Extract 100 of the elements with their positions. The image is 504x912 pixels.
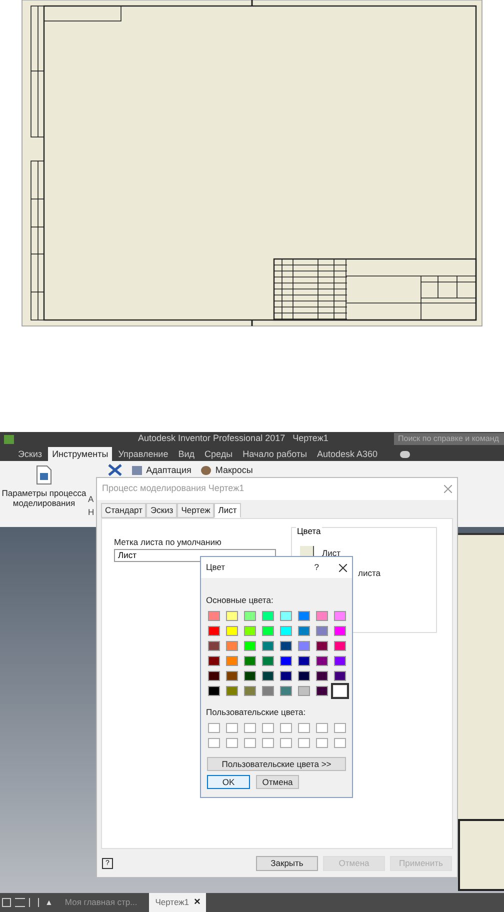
color-swatch[interactable] [280, 640, 292, 651]
color-swatch[interactable] [316, 610, 328, 621]
color-swatch[interactable] [226, 722, 238, 732]
color-swatch[interactable] [280, 686, 292, 696]
color-swatch[interactable] [280, 670, 292, 681]
tab[interactable]: Эскиз [14, 447, 46, 461]
color-swatch[interactable] [226, 686, 238, 696]
color-swatch[interactable] [262, 670, 274, 681]
color-swatch[interactable] [316, 670, 328, 681]
color-swatch[interactable] [298, 656, 310, 666]
color-swatch[interactable] [244, 610, 256, 621]
color-swatch[interactable] [298, 626, 310, 636]
color-swatch[interactable] [244, 670, 256, 681]
section-label: Пользовательские цвета: [206, 706, 307, 718]
color-swatch[interactable] [208, 722, 220, 732]
color-swatch[interactable] [334, 670, 346, 681]
tab[interactable]: Стандарт [101, 503, 146, 518]
color-swatch[interactable] [244, 722, 256, 732]
ribbon-button[interactable]: Параметры процесса моделирования [0, 461, 88, 508]
color-swatch[interactable] [208, 738, 220, 748]
cancel-button[interactable]: Отмена [256, 774, 299, 788]
color-swatch[interactable] [226, 610, 238, 621]
field-label: Метка листа по умолчанию [114, 536, 222, 549]
color-swatch[interactable] [298, 640, 310, 651]
tab[interactable]: Инструменты [48, 447, 112, 461]
tab[interactable]: Лист [214, 503, 241, 518]
tab[interactable]: Чертеж [177, 503, 214, 518]
color-swatch[interactable] [280, 626, 292, 636]
color-swatch[interactable] [244, 640, 256, 651]
color-swatch[interactable] [262, 626, 274, 636]
ok-button[interactable]: OK [207, 774, 250, 788]
rows-icon[interactable] [15, 898, 25, 907]
color-swatch[interactable] [334, 686, 346, 696]
color-swatch[interactable] [262, 686, 274, 696]
color-swatch[interactable] [208, 640, 220, 651]
color-swatch[interactable] [316, 722, 328, 732]
color-swatch[interactable] [334, 626, 346, 636]
color-swatch[interactable] [262, 610, 274, 621]
color-swatch[interactable] [316, 738, 328, 748]
color-swatch[interactable] [262, 722, 274, 732]
account-icon[interactable] [400, 451, 410, 458]
color-swatch[interactable] [226, 738, 238, 748]
color-swatch[interactable] [244, 686, 256, 696]
dialog-title: Цвет [206, 561, 226, 574]
tab[interactable]: Эскиз [146, 503, 178, 518]
tab[interactable]: Управление [114, 447, 172, 461]
dialog-button[interactable]: Закрыть [256, 856, 318, 870]
columns-icon[interactable] [29, 898, 39, 907]
section-label: Основные цвета: [206, 594, 274, 607]
tab[interactable]: Начало работы [238, 447, 312, 461]
color-swatch[interactable] [280, 722, 292, 732]
color-swatch[interactable] [280, 738, 292, 748]
color-swatch[interactable] [226, 640, 238, 651]
color-swatch[interactable] [244, 738, 256, 748]
document-icon [36, 465, 52, 485]
up-button[interactable]: ▲ [45, 896, 53, 908]
color-swatch[interactable] [334, 738, 346, 748]
window-title: Autodesk Inventor Professional 2017 Чертеж1 [138, 432, 328, 446]
ribbon-label: А [88, 495, 94, 504]
color-swatch[interactable] [334, 610, 346, 621]
close-icon[interactable]: × [194, 894, 200, 911]
color-swatch[interactable] [244, 626, 256, 636]
color-swatch[interactable] [334, 656, 346, 666]
color-swatch[interactable] [316, 686, 328, 696]
color-swatch[interactable] [226, 670, 238, 681]
ribbon-small-button[interactable]: Адаптация [132, 464, 192, 478]
color-swatch[interactable] [226, 656, 238, 666]
color-swatch[interactable] [208, 610, 220, 621]
grid-icon[interactable] [2, 898, 11, 907]
app-icon[interactable] [4, 434, 14, 444]
group-title: Цвета [296, 525, 322, 538]
color-swatch[interactable] [262, 640, 274, 651]
color-swatch[interactable] [334, 640, 346, 651]
color-swatch[interactable] [262, 656, 274, 666]
color-swatch[interactable] [298, 686, 310, 696]
color-swatch[interactable] [208, 670, 220, 681]
color-swatch[interactable] [262, 738, 274, 748]
color-swatch[interactable] [208, 626, 220, 636]
custom-colors-button[interactable]: Пользовательские цвета >> [207, 756, 346, 770]
color-swatch[interactable] [298, 722, 310, 732]
document-tab[interactable]: Чертеж1 × [149, 893, 206, 912]
color-swatch[interactable] [208, 656, 220, 666]
close-icon[interactable] [339, 564, 347, 572]
color-swatch[interactable] [244, 656, 256, 666]
color-swatch[interactable] [226, 626, 238, 636]
help-icon[interactable]: ? [314, 561, 319, 574]
color-swatch[interactable] [298, 738, 310, 748]
color-swatch[interactable] [334, 722, 346, 732]
color-swatch[interactable] [316, 626, 328, 636]
color-swatch[interactable] [316, 640, 328, 651]
color-swatch[interactable] [298, 670, 310, 681]
color-swatch[interactable] [298, 610, 310, 621]
color-label: листа [358, 567, 380, 580]
color-swatch[interactable] [280, 656, 292, 666]
color-swatch[interactable] [280, 610, 292, 621]
tab[interactable]: Среды [200, 447, 237, 461]
color-swatch[interactable] [316, 656, 328, 666]
tab[interactable]: Вид [174, 447, 199, 461]
color-swatch[interactable] [208, 686, 220, 696]
tab[interactable]: Autodesk A360 [313, 447, 382, 461]
